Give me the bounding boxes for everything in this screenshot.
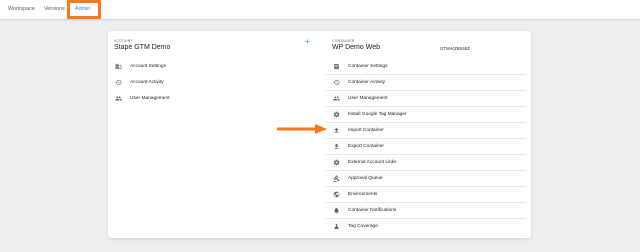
gear-icon (332, 110, 340, 118)
tab-versions[interactable]: Versions (44, 0, 65, 19)
approval-queue-item[interactable]: Approval Queue (332, 170, 383, 186)
container-user-management-item[interactable]: User Management (332, 90, 387, 106)
tag-coverage-item[interactable]: Tag Coverage (332, 218, 378, 234)
admin-panel (108, 31, 531, 238)
history-icon (332, 78, 340, 86)
container-settings-label: Container Settings (348, 63, 388, 69)
create-account-plus-icon[interactable]: + (305, 38, 310, 46)
external-account-links-item[interactable]: External Account Links (332, 154, 397, 170)
account-activity-label: Account Activity (130, 79, 164, 85)
container-section-label: CONTAINER (332, 39, 355, 43)
account-name: Stape GTM Demo (114, 44, 171, 51)
account-settings-item[interactable]: Account Settings (114, 58, 166, 74)
import-container-label: Import Container (348, 127, 384, 133)
upload-icon (332, 126, 340, 134)
container-name: WP Demo Web (332, 44, 380, 51)
export-container-label: Export Container (348, 143, 384, 149)
admin-tab-highlight-box (67, 0, 101, 19)
install-gtm-label: Install Google Tag Manager (348, 111, 407, 117)
account-user-management-item[interactable]: User Management (114, 90, 169, 106)
export-container-item[interactable]: Export Container (332, 138, 384, 154)
globe-icon (332, 190, 340, 198)
account-activity-item[interactable]: Account Activity (114, 74, 164, 90)
container-user-management-label: User Management (348, 95, 388, 101)
container-activity-item[interactable]: Container Activity (332, 74, 385, 90)
people-icon (114, 94, 122, 102)
environments-item[interactable]: Environments (332, 186, 377, 202)
account-section-label: ACCOUNT (114, 39, 133, 43)
container-id: GTM-KZ6S45Z (440, 46, 470, 51)
tag-coverage-label: Tag Coverage (348, 223, 378, 229)
history-icon (114, 78, 122, 86)
flask-icon (332, 222, 340, 230)
building-icon (114, 62, 122, 70)
external-account-links-label: External Account Links (348, 159, 397, 165)
approval-queue-label: Approval Queue (348, 175, 383, 181)
account-settings-label: Account Settings (130, 63, 166, 69)
container-notifications-item[interactable]: Container Notifications (332, 202, 396, 218)
container-notifications-label: Container Notifications (348, 207, 397, 213)
orange-arrow-annotation (277, 124, 327, 134)
install-gtm-item[interactable]: Install Google Tag Manager (332, 106, 407, 122)
environments-label: Environments (348, 191, 378, 197)
account-user-management-label: User Management (130, 95, 170, 101)
import-container-item[interactable]: Import Container (332, 122, 384, 138)
download-icon (332, 142, 340, 150)
bell-icon (332, 206, 340, 214)
tab-workspace[interactable]: Workspace (8, 0, 35, 19)
container-icon (332, 62, 340, 70)
container-activity-label: Container Activity (348, 79, 386, 85)
container-settings-item[interactable]: Container Settings (332, 58, 387, 74)
gavel-icon (332, 174, 340, 182)
people-icon (332, 94, 340, 102)
gear-icon (332, 158, 340, 166)
